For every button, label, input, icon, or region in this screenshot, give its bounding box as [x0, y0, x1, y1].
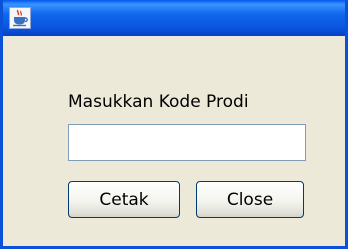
java-coffee-cup-icon[interactable]	[9, 7, 31, 29]
close-button[interactable]: Close	[196, 181, 304, 218]
kode-prodi-label: Masukkan Kode Prodi	[68, 92, 249, 112]
dialog-window: Masukkan Kode Prodi Cetak Close	[0, 0, 348, 249]
dialog-content: Masukkan Kode Prodi Cetak Close	[3, 36, 345, 246]
title-bar[interactable]	[3, 0, 345, 36]
cetak-button[interactable]: Cetak	[68, 181, 180, 218]
kode-prodi-input[interactable]	[68, 124, 306, 161]
